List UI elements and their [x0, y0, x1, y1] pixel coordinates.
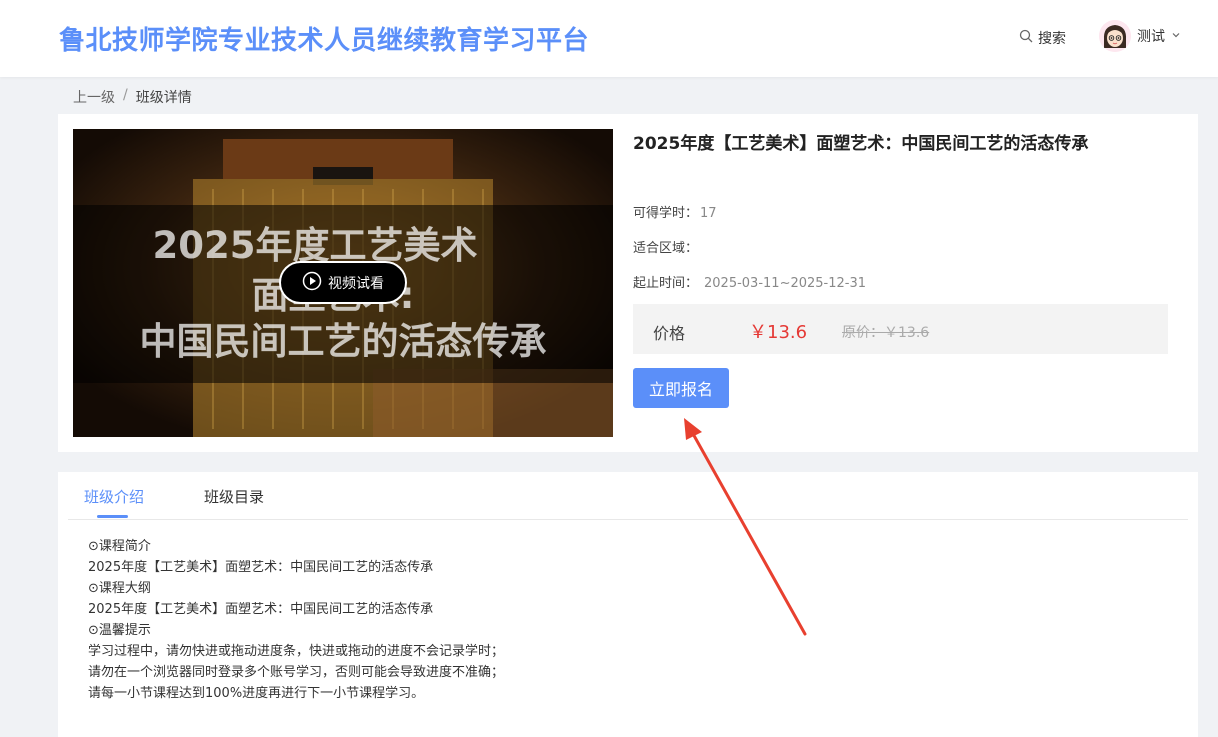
play-icon [302, 271, 322, 295]
breadcrumb: 上一级 / 班级详情 [73, 87, 192, 107]
tab-class-intro[interactable]: 班级介绍 [84, 486, 144, 507]
site-title[interactable]: 鲁北技师学院专业技术人员继续教育学习平台 [59, 20, 589, 57]
user-menu[interactable]: 测试 [1099, 20, 1181, 52]
breadcrumb-separator: / [123, 87, 128, 103]
description-line: 2025年度【工艺美术】面塑艺术：中国民间工艺的活态传承 [88, 602, 434, 617]
price-label: 价格 [653, 324, 686, 343]
breadcrumb-parent-link[interactable]: 上一级 [73, 87, 115, 107]
period-value: 2025-03-11~2025-12-31 [704, 276, 867, 291]
description-line: 请勿在一个浏览器同时登录多个账号学习，否则可能会导致进度不准确； [88, 665, 505, 680]
search-icon [1019, 29, 1033, 47]
enroll-button[interactable]: 立即报名 [633, 368, 729, 408]
avatar [1099, 20, 1131, 52]
description-line: 2025年度【工艺美术】面塑艺术：中国民间工艺的活态传承 [88, 560, 434, 575]
video-preview-label: 视频试看 [328, 275, 384, 292]
credit-hours-row: 可得学时： 17 [633, 202, 717, 221]
active-tab-indicator [97, 515, 128, 518]
course-detail-card: 班级介绍 班级目录 ⊙课程简介 2025年度【工艺美术】面塑艺术：中国民间工艺的… [58, 472, 1198, 737]
course-description: ⊙课程简介 2025年度【工艺美术】面塑艺术：中国民间工艺的活态传承 ⊙课程大纲… [88, 536, 504, 704]
description-line: 请每一小节课程达到100%进度再进行下一小节课程学习。 [88, 686, 425, 701]
description-heading: ⊙课程简介 [88, 539, 151, 554]
credit-hours-value: 17 [700, 206, 717, 221]
chevron-down-icon [1171, 28, 1181, 44]
course-summary-card: 2025年度工艺美术 面塑艺术: 中国民间工艺的活态传承 视频试看 2025年度… [58, 114, 1198, 452]
video-preview-button[interactable]: 视频试看 [279, 261, 407, 304]
video-overlay-text: 中国民间工艺的活态传承 [139, 320, 547, 363]
period-label: 起止时间： [633, 276, 699, 291]
search-label: 搜索 [1038, 31, 1066, 47]
user-name: 测试 [1137, 29, 1165, 45]
original-price: 原价：￥13.6 [842, 325, 930, 341]
price-box: 价格 ￥13.6 原价：￥13.6 [633, 304, 1168, 354]
breadcrumb-current: 班级详情 [135, 90, 192, 106]
course-title: 2025年度【工艺美术】面塑艺术：中国民间工艺的活态传承 [633, 134, 1089, 154]
search-button[interactable]: 搜索 [1019, 28, 1066, 48]
current-price: ￥13.6 [749, 322, 808, 343]
credit-hours-label: 可得学时： [633, 206, 699, 221]
video-preview[interactable]: 2025年度工艺美术 面塑艺术: 中国民间工艺的活态传承 视频试看 [73, 129, 613, 437]
description-line: 学习过程中，请勿快进或拖动进度条，快进或拖动的进度不会记录学时； [88, 644, 505, 659]
description-heading: ⊙温馨提示 [88, 623, 151, 638]
period-row: 起止时间： 2025-03-11~2025-12-31 [633, 272, 866, 291]
tab-divider [68, 519, 1188, 520]
description-heading: ⊙课程大纲 [88, 581, 151, 596]
top-header: 鲁北技师学院专业技术人员继续教育学习平台 搜索 测试 [0, 0, 1218, 77]
tab-class-catalog[interactable]: 班级目录 [204, 486, 264, 507]
region-row: 适合区域： [633, 237, 700, 256]
region-label: 适合区域： [633, 241, 699, 256]
